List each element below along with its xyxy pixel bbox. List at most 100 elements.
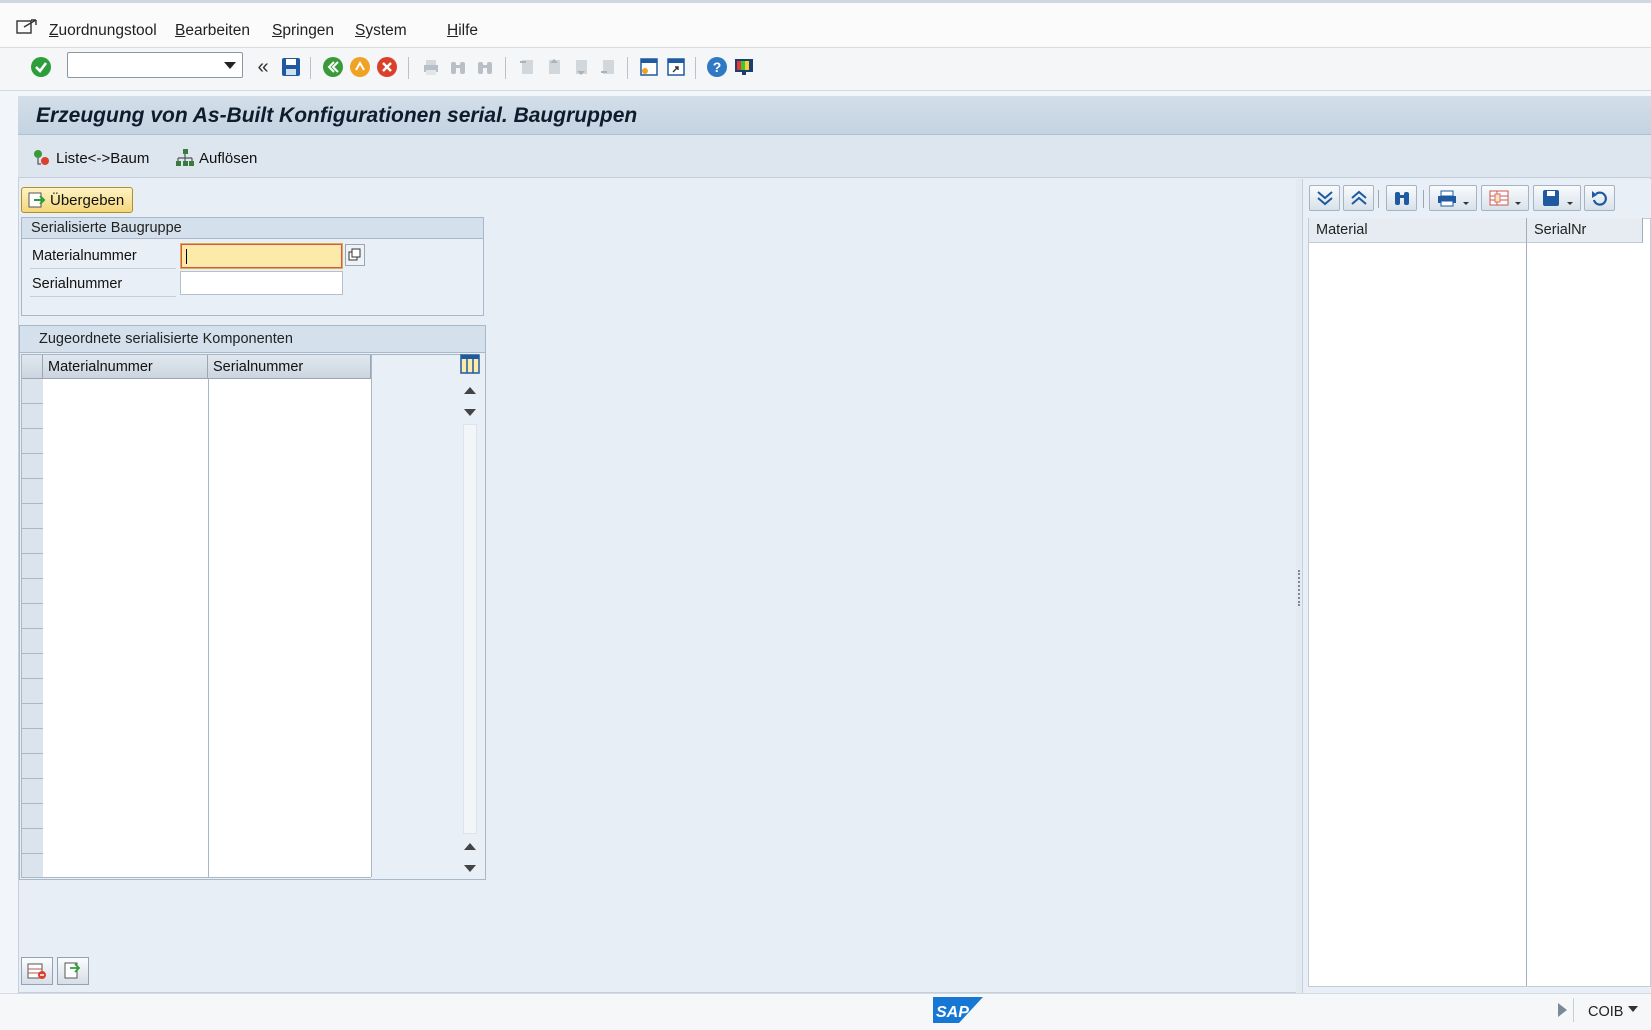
menu-zuordnungstool[interactable]: Zuordnungstool (49, 22, 157, 40)
save-button[interactable] (278, 54, 304, 80)
details-icon (64, 962, 81, 979)
scroll-top-button[interactable] (462, 382, 478, 398)
chevron-down-icon[interactable] (224, 62, 236, 69)
separator (1378, 190, 1379, 208)
row-selector[interactable] (22, 804, 43, 829)
cancel-button[interactable] (374, 54, 400, 80)
column-divider (208, 379, 209, 877)
binoculars-icon (451, 62, 465, 74)
save-tree-button[interactable] (1533, 185, 1581, 211)
help-button[interactable]: ? (704, 54, 730, 80)
menu-exit-icon[interactable] (16, 18, 38, 36)
row-selector[interactable] (22, 404, 43, 429)
sap-logo: SAP (933, 997, 983, 1023)
table-settings-button[interactable] (460, 354, 480, 374)
collapse-command-button[interactable]: « (250, 54, 276, 80)
back-button[interactable] (320, 54, 346, 80)
row-selector[interactable] (22, 754, 43, 779)
chevron-down-icon[interactable] (1628, 1006, 1638, 1012)
generate-shortcut-button[interactable] (663, 54, 689, 80)
column-divider (1526, 243, 1527, 986)
tree-column-header-material[interactable]: Material (1309, 218, 1527, 243)
liste-baum-label: Liste<->Baum (56, 149, 150, 167)
row-selector[interactable] (22, 454, 43, 479)
row-selector[interactable] (22, 654, 43, 679)
check-icon (31, 57, 51, 77)
divider (30, 268, 176, 269)
menu-bar: Zuordnungstool Bearbeiten Springen Syste… (0, 0, 1651, 48)
row-selector[interactable] (22, 479, 43, 504)
customize-layout-button[interactable] (731, 54, 757, 80)
refresh-tree-button[interactable] (1584, 185, 1615, 211)
find-button (445, 54, 471, 80)
exit-button[interactable] (347, 54, 373, 80)
separator (505, 57, 506, 79)
row-selector[interactable] (22, 704, 43, 729)
scroll-down-button[interactable] (462, 404, 478, 420)
enter-button[interactable] (28, 54, 54, 80)
new-window-icon (640, 58, 658, 76)
row-selector[interactable] (22, 379, 43, 404)
binoculars-icon (1394, 192, 1409, 205)
liste-baum-button[interactable]: Liste<->Baum (32, 148, 149, 168)
status-expand-icon[interactable] (1558, 1003, 1567, 1017)
application-toolbar (18, 135, 1651, 178)
command-field[interactable] (67, 52, 243, 78)
triangle-down-icon (464, 408, 476, 416)
standard-toolbar: « ? (0, 48, 1651, 91)
table-columns-icon (1489, 190, 1521, 206)
create-session-button[interactable] (636, 54, 662, 80)
materialnummer-input[interactable] (180, 243, 343, 269)
floppy-disk-icon (282, 58, 300, 76)
row-selector[interactable] (22, 829, 43, 854)
menu-hilfe[interactable]: Hilfe (447, 22, 478, 40)
uebergeben-button[interactable]: Übergeben (21, 187, 133, 213)
row-selector[interactable] (22, 579, 43, 604)
triangle-up-icon (464, 842, 476, 850)
triangle-up-icon (464, 386, 476, 394)
separator (695, 57, 696, 79)
serialnummer-input[interactable] (180, 271, 343, 295)
column-header-serialnummer[interactable]: Serialnummer (208, 355, 371, 379)
scroll-up-button[interactable] (462, 838, 478, 854)
row-selector[interactable] (22, 729, 43, 754)
column-header-materialnummer[interactable]: Materialnummer (43, 355, 208, 379)
row-selector-column[interactable] (22, 379, 43, 877)
svg-text:?: ? (713, 59, 722, 75)
details-button[interactable] (57, 957, 89, 985)
row-selector[interactable] (22, 679, 43, 704)
page-title: Erzeugung von As-Built Konfigurationen s… (36, 104, 638, 127)
text-cursor (186, 249, 187, 264)
menu-bearbeiten[interactable]: Bearbeiten (175, 22, 250, 40)
value-help-button[interactable] (345, 244, 365, 266)
print-dropdown-icon (1438, 190, 1469, 207)
scroll-bottom-button[interactable] (462, 860, 478, 876)
row-selector[interactable] (22, 779, 43, 804)
find-tree-button[interactable] (1386, 185, 1417, 211)
binoculars-plus-icon (478, 62, 492, 74)
menu-system[interactable]: System (355, 22, 407, 40)
separator (1423, 190, 1424, 208)
help-icon: ? (707, 57, 727, 77)
aufloesen-button[interactable]: Auflösen (175, 148, 257, 168)
print-tree-button[interactable] (1429, 185, 1477, 211)
uebergeben-label: Übergeben (50, 191, 125, 209)
row-selector[interactable] (22, 429, 43, 454)
layout-tree-button[interactable] (1481, 185, 1529, 211)
first-page-icon (520, 60, 533, 74)
row-selector[interactable] (22, 554, 43, 579)
delete-row-button[interactable] (21, 957, 53, 985)
group-header: Zugeordnete serialisierte Komponenten (20, 326, 485, 353)
row-selector[interactable] (22, 604, 43, 629)
vertical-scrollbar[interactable] (463, 424, 477, 834)
menu-springen[interactable]: Springen (272, 22, 334, 40)
column-divider (371, 355, 372, 877)
select-all-corner[interactable] (22, 355, 43, 379)
tree-column-header-serialnr[interactable]: SerialNr (1527, 218, 1643, 243)
expand-all-button[interactable] (1309, 185, 1340, 211)
row-selector[interactable] (22, 629, 43, 654)
row-selector[interactable] (22, 504, 43, 529)
aufloesen-label: Auflösen (199, 149, 258, 167)
collapse-all-button[interactable] (1343, 185, 1374, 211)
row-selector[interactable] (22, 529, 43, 554)
